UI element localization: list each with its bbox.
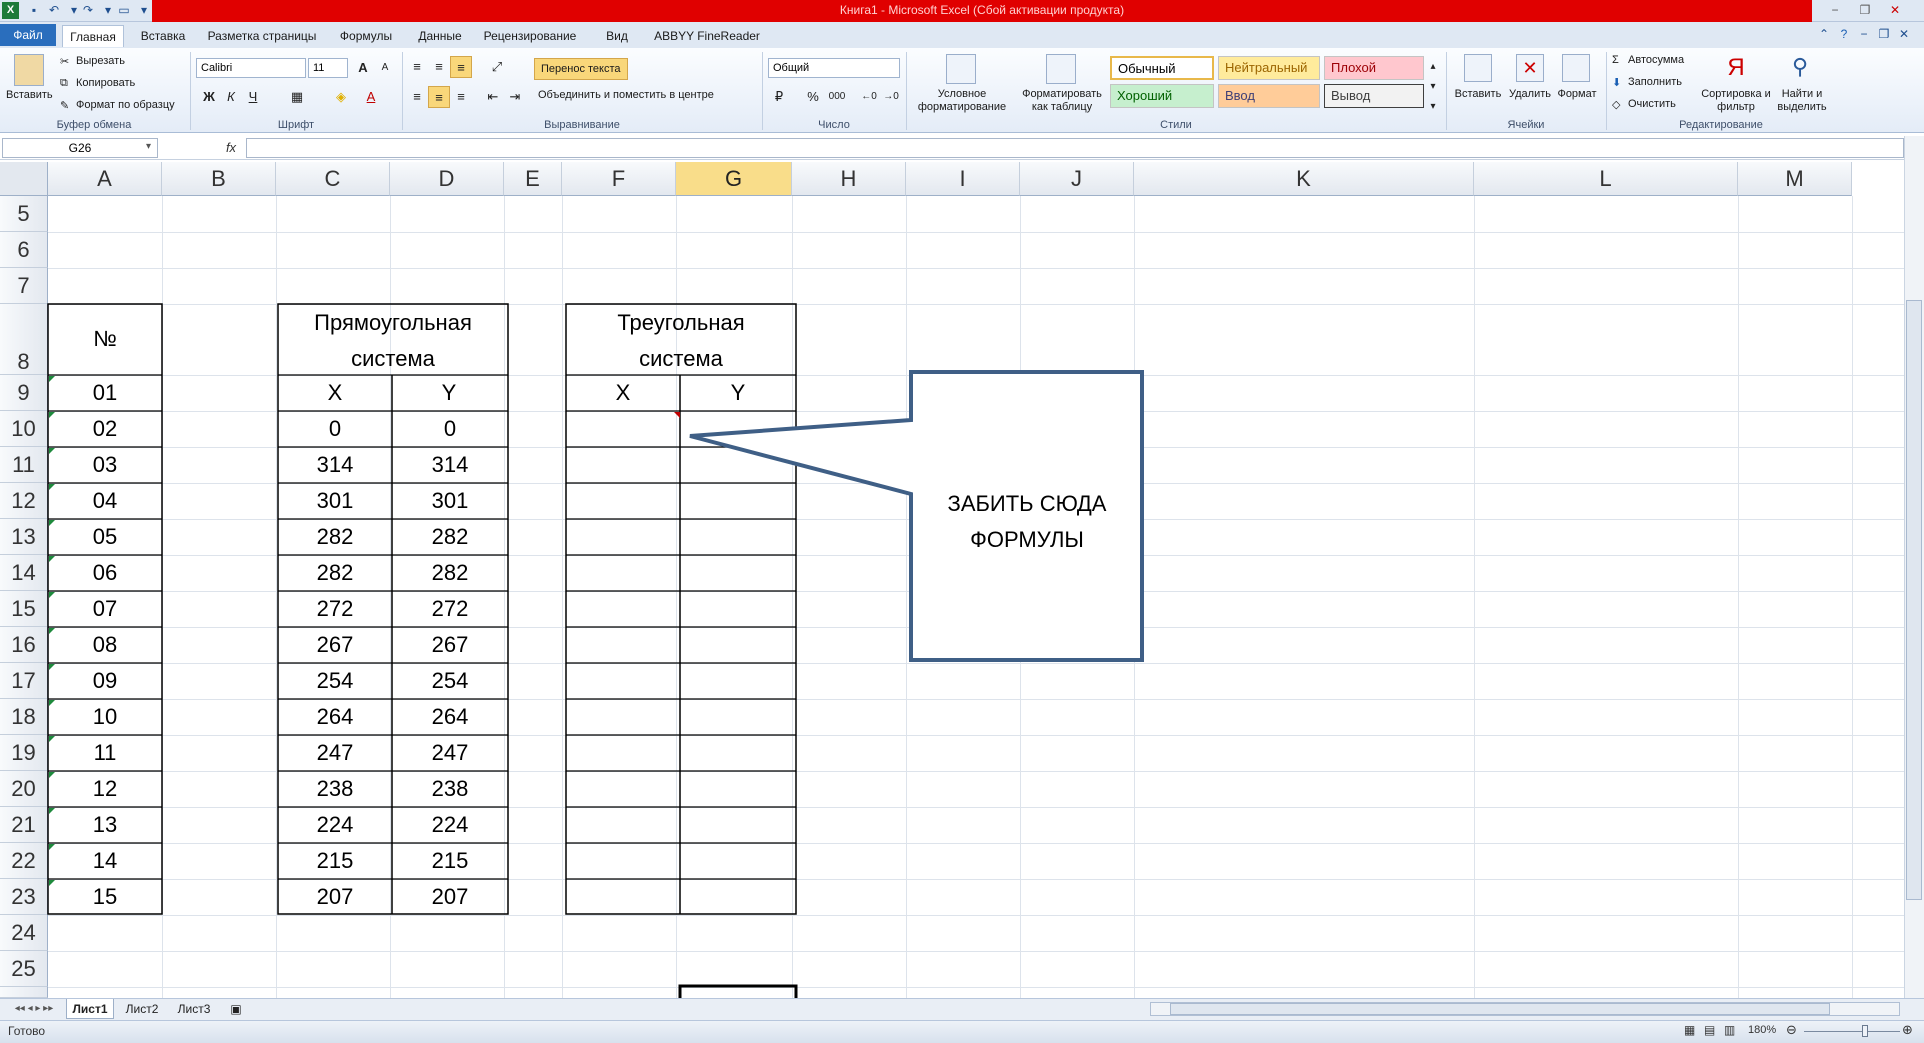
view-page-break-icon[interactable]: ▥ [1724, 1023, 1735, 1037]
zoom-in-icon[interactable]: ⊕ [1902, 1022, 1913, 1038]
sheet-tab-3[interactable]: Лист3 [170, 999, 218, 1019]
status-ready: Готово [8, 1024, 46, 1038]
zoom-slider-thumb[interactable] [1862, 1025, 1868, 1037]
callout-text-line2: ФОРМУЛЫ [970, 527, 1084, 552]
status-bar [0, 1020, 1924, 1043]
sheet-nav-arrows-icon[interactable]: ◂◂ ◂ ▸ ▸▸ [4, 999, 64, 1019]
sheet-tab-2[interactable]: Лист2 [118, 999, 166, 1019]
zoom-slider[interactable] [1804, 1031, 1900, 1032]
view-page-layout-icon[interactable]: ▤ [1704, 1023, 1715, 1037]
excel-window: X ▪ ↶ ▾ ↷ ▾ ▭ ▾ Книга1 - Microsoft Excel… [0, 0, 1924, 1043]
callout-text-line1: ЗАБИТЬ СЮДА [947, 491, 1107, 516]
sheet-tab-1[interactable]: Лист1 [66, 999, 114, 1019]
insert-sheet-icon[interactable]: ▣ [224, 999, 248, 1019]
vertical-scroll-thumb[interactable] [1906, 300, 1922, 900]
zoom-out-icon[interactable]: ⊖ [1786, 1022, 1797, 1038]
view-normal-icon[interactable]: ▦ [1684, 1023, 1695, 1037]
zoom-level[interactable]: 180% [1748, 1024, 1776, 1036]
horizontal-scroll-thumb[interactable] [1170, 1003, 1830, 1015]
